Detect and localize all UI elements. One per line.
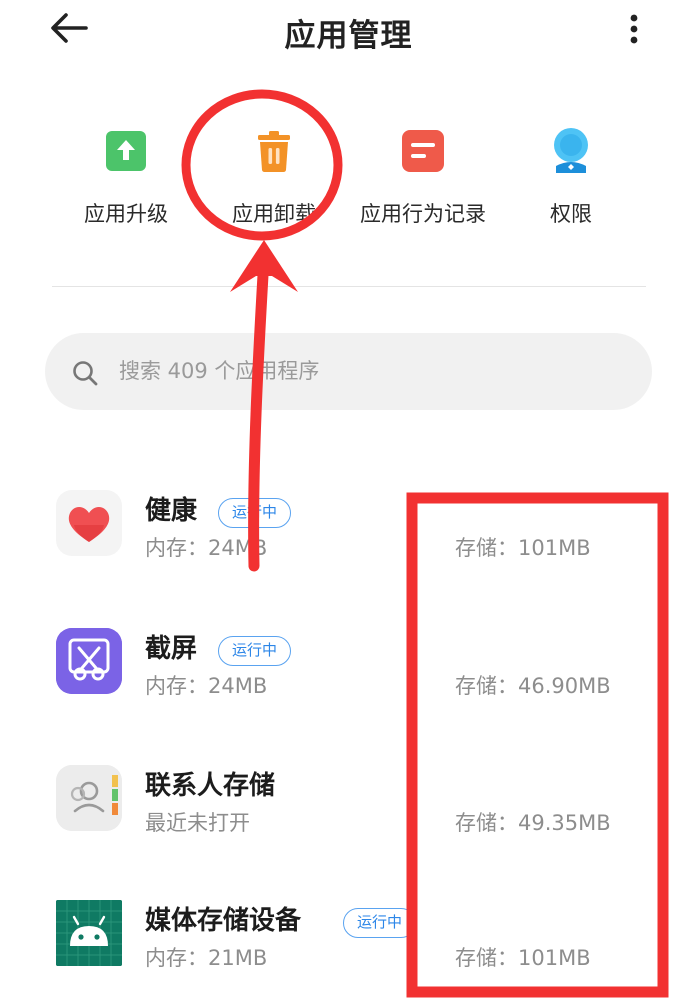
app-list-item-screenshot[interactable]: 截屏 运行中 内存：24MB 存储：46.90MB: [0, 628, 697, 748]
app-memory: 内存：24MB: [145, 674, 268, 698]
app-header: 应用管理: [0, 0, 697, 62]
shortcut-label: 应用卸载: [232, 202, 316, 226]
search-icon: [73, 361, 98, 386]
trash-icon: [249, 126, 299, 176]
more-options-button[interactable]: [614, 10, 654, 50]
app-list-item-health[interactable]: 健康 运行中 内存：24MB 存储：101MB: [0, 490, 697, 610]
contacts-icon: [56, 765, 122, 831]
shortcut-app-upgrade[interactable]: 应用升级: [46, 120, 206, 228]
more-vertical-icon: [630, 14, 638, 44]
app-name: 截屏: [145, 634, 198, 664]
permission-person-icon: [546, 126, 596, 176]
app-name: 健康: [145, 496, 198, 526]
app-list-item-contacts-storage[interactable]: 联系人存储 最近未打开 存储：49.35MB: [0, 765, 697, 885]
app-memory: 内存：21MB: [145, 946, 268, 970]
section-divider: [52, 286, 646, 287]
app-last-opened: 最近未打开: [145, 811, 250, 835]
screenshot-scissors-icon: [56, 628, 122, 694]
shortcut-app-behavior-record[interactable]: 应用行为记录: [343, 120, 503, 228]
app-storage: 存储：49.35MB: [455, 811, 611, 835]
app-storage: 存储：101MB: [455, 946, 591, 970]
pointer-arrow-head: [230, 240, 298, 292]
shortcut-label: 应用升级: [84, 202, 168, 226]
running-badge: 运行中: [218, 498, 292, 528]
shortcut-app-uninstall[interactable]: 应用卸载: [194, 120, 354, 228]
page-title: 应用管理: [284, 18, 413, 54]
shortcut-label: 权限: [550, 202, 592, 226]
app-search-bar[interactable]: [45, 333, 652, 410]
search-input[interactable]: [119, 351, 619, 391]
record-list-icon: [398, 126, 448, 176]
app-name: 联系人存储: [145, 771, 276, 801]
android-icon: [56, 900, 122, 966]
shortcut-permissions[interactable]: 权限: [491, 120, 651, 228]
app-storage: 存储：101MB: [455, 536, 591, 560]
shortcut-label: 应用行为记录: [360, 202, 486, 226]
running-badge: 运行中: [218, 636, 292, 666]
heart-icon: [56, 490, 122, 556]
running-badge: 运行中: [343, 908, 417, 938]
app-storage: 存储：46.90MB: [455, 674, 611, 698]
upgrade-arrow-icon: [101, 126, 151, 176]
app-list-item-media-storage[interactable]: 媒体存储设备 运行中 内存：21MB 存储：101MB: [0, 900, 697, 1000]
app-memory: 内存：24MB: [145, 536, 268, 560]
shortcut-bar: 应用升级 应用卸载 应用行为记录 权限: [0, 120, 697, 240]
app-name: 媒体存储设备: [145, 906, 302, 936]
